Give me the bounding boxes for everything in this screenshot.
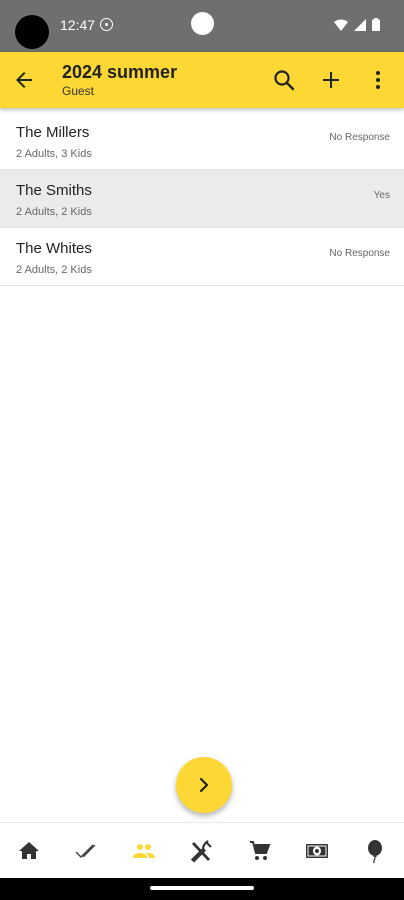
wifi-icon xyxy=(334,19,348,31)
page-title: 2024 summer xyxy=(62,62,178,82)
nav-budget[interactable] xyxy=(302,836,332,866)
guest-detail: 2 Adults, 3 Kids xyxy=(16,148,92,160)
guest-row[interactable]: The Whites 2 Adults, 2 Kids No Response xyxy=(0,228,404,286)
signal-icon xyxy=(354,18,366,31)
more-vert-icon[interactable] xyxy=(366,68,390,92)
app-bar: 2024 summer Guest xyxy=(0,52,404,108)
guest-name: The Smiths xyxy=(16,182,92,199)
next-fab-button[interactable] xyxy=(176,757,232,813)
nav-checklist[interactable] xyxy=(72,836,102,866)
battery-icon xyxy=(372,18,380,31)
status-time: 12:47 xyxy=(60,17,96,33)
guest-detail: 2 Adults, 2 Kids xyxy=(16,264,92,276)
back-arrow-icon[interactable] xyxy=(12,68,36,92)
search-icon[interactable] xyxy=(272,68,296,92)
nav-cart[interactable] xyxy=(245,836,275,866)
guest-detail: 2 Adults, 2 Kids xyxy=(16,206,92,218)
camera-cutout xyxy=(15,15,49,49)
nav-food[interactable] xyxy=(187,836,217,866)
guest-list: The Millers 2 Adults, 3 Kids No Response… xyxy=(0,112,404,286)
food-icon xyxy=(190,839,212,863)
guest-name: The Millers xyxy=(16,124,90,141)
bottom-nav xyxy=(0,822,404,878)
guest-row[interactable]: The Smiths 2 Adults, 2 Kids Yes xyxy=(0,170,404,228)
add-icon[interactable] xyxy=(319,68,343,92)
system-icons xyxy=(334,18,380,31)
cart-icon xyxy=(249,840,271,860)
home-icon xyxy=(19,841,39,859)
guest-row[interactable]: The Millers 2 Adults, 3 Kids No Response xyxy=(0,112,404,170)
front-camera xyxy=(191,12,214,35)
sync-icon xyxy=(100,18,113,31)
guest-name: The Whites xyxy=(16,240,92,257)
nav-home[interactable] xyxy=(14,836,44,866)
gesture-bar xyxy=(0,878,404,900)
nav-guests[interactable] xyxy=(129,836,159,866)
guest-response: No Response xyxy=(329,248,390,259)
checklist-icon xyxy=(75,844,96,858)
status-bar: 12:47 xyxy=(0,0,404,52)
balloon-icon xyxy=(367,839,382,863)
budget-icon xyxy=(306,843,329,858)
page-subtitle: Guest xyxy=(62,84,95,98)
guest-response: Yes xyxy=(373,190,390,201)
chevron-right-icon xyxy=(199,777,209,793)
gesture-handle[interactable] xyxy=(150,886,254,890)
nav-party[interactable] xyxy=(360,836,390,866)
guests-icon xyxy=(133,843,156,858)
guest-response: No Response xyxy=(329,132,390,143)
